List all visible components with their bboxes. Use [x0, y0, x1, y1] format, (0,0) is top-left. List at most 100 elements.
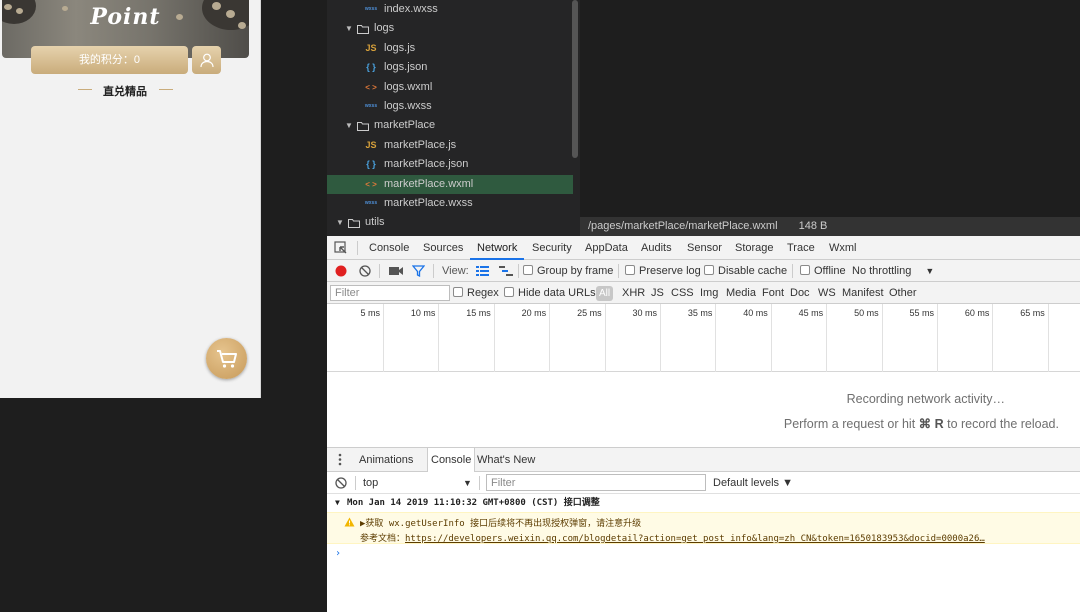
log-levels-select[interactable]: Default levels ▼ [713, 472, 793, 494]
file-explorer-scrollbar[interactable] [572, 0, 578, 158]
recording-message: Recording network activity… [846, 392, 1005, 406]
group-header: Mon Jan 14 2019 11:10:32 GMT+0800 (CST) … [347, 498, 600, 508]
tree-file[interactable]: wxss index.wxss [327, 0, 573, 19]
filter-type-css[interactable]: CSS [671, 282, 694, 304]
tree-file[interactable]: < > logs.wxml [327, 78, 573, 97]
devtools-panel: Console Sources Network Security AppData Audi… [327, 236, 1080, 612]
disable-cache-checkbox[interactable]: Disable cache [704, 260, 787, 282]
tab-network[interactable]: Network [470, 236, 525, 260]
timeline-tick-label: 50 ms [854, 308, 879, 318]
console-group[interactable]: ▼ Mon Jan 14 2019 11:10:32 GMT+0800 (CST… [327, 494, 1080, 512]
timeline-gridline [493, 304, 495, 372]
tree-item-label: logs.wxss [384, 100, 432, 112]
timeline-tick-label: 35 ms [687, 308, 713, 318]
filter-type-ws[interactable]: WS [818, 282, 836, 304]
timeline-gridline [881, 304, 883, 372]
record-icon[interactable] [335, 265, 347, 277]
network-filter-input[interactable] [330, 285, 450, 301]
editor-status-bar: /pages/marketPlace/marketPlace.wxml 148 … [580, 217, 1080, 236]
filter-type-js[interactable]: JS [651, 282, 664, 304]
shopping-cart-button[interactable] [206, 338, 247, 379]
group-expand-icon[interactable]: ▼ [335, 494, 340, 512]
tree-file[interactable]: JS marketPlace.js [327, 136, 573, 155]
context-select[interactable]: top ▼ [363, 472, 472, 494]
drawer-tab-console[interactable]: Console [427, 448, 476, 472]
tree-file[interactable]: { } logs.json [327, 58, 573, 77]
warning-icon [344, 517, 355, 527]
console-prompt[interactable]: › [335, 548, 341, 559]
timeline-gridline [992, 304, 994, 372]
docs-link[interactable]: https://developers.weixin.qq.com/blogdet… [405, 534, 985, 544]
tree-file[interactable]: < > marketPlace.wxml [327, 174, 573, 194]
tab-security[interactable]: Security [532, 236, 572, 260]
filter-type-xhr[interactable]: XHR [622, 282, 645, 304]
tree-folder[interactable]: ▼ utils [327, 213, 573, 232]
chevron-down-icon[interactable]: ▼ [345, 116, 353, 135]
filter-all-button[interactable]: All [596, 286, 614, 301]
large-rows-icon[interactable] [476, 266, 489, 276]
inspect-element-icon[interactable] [334, 241, 348, 255]
filter-type-manifest[interactable]: Manifest [842, 282, 884, 304]
tree-item-label: logs [374, 22, 395, 35]
tree-file[interactable]: JS logs.js [327, 39, 573, 58]
hide-data-urls-checkbox[interactable]: Hide data URLs [504, 282, 596, 304]
clear-console-icon[interactable] [335, 477, 347, 489]
tree-file[interactable]: wxss logs.wxss [327, 97, 573, 116]
tree-item-label: logs.wxml [384, 80, 433, 93]
tree-folder[interactable]: ▼ logs [327, 19, 573, 38]
offline-checkbox[interactable]: Offline [800, 260, 846, 282]
filter-type-other[interactable]: Other [889, 282, 917, 304]
title-divider-right [159, 89, 173, 90]
drawer-tab-animations[interactable]: Animations [359, 448, 413, 472]
filter-type-doc[interactable]: Doc [790, 282, 810, 304]
divider [518, 264, 519, 278]
clear-icon[interactable] [359, 265, 371, 277]
timeline-gridline [770, 304, 772, 372]
tab-console[interactable]: Console [369, 236, 409, 260]
tree-folder[interactable]: ▼ marketPlace [327, 116, 573, 135]
throttling-select[interactable]: No throttling ▼ [852, 260, 934, 282]
tab-wxml[interactable]: Wxml [829, 236, 857, 260]
tree-file[interactable]: { } marketPlace.json [327, 155, 573, 174]
filter-type-media[interactable]: Media [726, 282, 756, 304]
code-editor[interactable] [580, 0, 1080, 217]
preserve-log-checkbox[interactable]: Preserve log [625, 260, 701, 282]
tab-trace[interactable]: Trace [787, 236, 815, 260]
tab-appdata[interactable]: AppData [585, 236, 628, 260]
timeline-gridline [660, 304, 661, 372]
tab-sensor[interactable]: Sensor [687, 236, 722, 260]
timeline-tick-label: 65 ms [1020, 308, 1045, 318]
filter-icon[interactable] [412, 265, 425, 277]
user-icon [199, 53, 214, 68]
filter-type-font[interactable]: Font [762, 282, 784, 304]
more-options-icon[interactable] [338, 453, 342, 466]
chevron-down-icon[interactable]: ▼ [336, 213, 344, 232]
tree-file[interactable]: wxss marketPlace.wxss [327, 194, 573, 213]
filter-type-img[interactable]: Img [700, 282, 718, 304]
tree-item-label: marketPlace.wxss [384, 197, 473, 209]
folder-icon [348, 219, 360, 229]
user-profile-button[interactable] [192, 46, 221, 74]
tab-sources[interactable]: Sources [423, 236, 463, 260]
tab-audits[interactable]: Audits [641, 236, 672, 260]
screenshot-icon[interactable] [389, 266, 403, 276]
console-filter-input[interactable] [486, 474, 706, 491]
chevron-down-icon[interactable]: ▼ [345, 19, 353, 38]
timeline-tick-label: 45 ms [798, 308, 824, 318]
warning-message[interactable]: ▶获取 wx.getUserInfo 接口后续将不再出现授权弹窗，请注意升级 [360, 516, 641, 529]
timeline-tick-label: 20 ms [521, 308, 547, 318]
divider [792, 264, 793, 278]
drawer-tab-what-s-new[interactable]: What's New [477, 448, 535, 472]
timeline-tick-label: 25 ms [577, 308, 602, 318]
tree-item-label: index.wxss [384, 3, 438, 15]
waterfall-icon[interactable] [499, 266, 513, 276]
group-by-frame-checkbox[interactable]: Group by frame [523, 260, 613, 282]
tree-item-label: marketPlace [374, 119, 436, 132]
timeline-gridline [549, 304, 551, 372]
tab-storage[interactable]: Storage [735, 236, 774, 260]
regex-checkbox[interactable]: Regex [453, 282, 499, 304]
timeline-gridline [937, 304, 938, 372]
js-file-icon: JS [365, 42, 377, 53]
my-points-button[interactable]: 我的积分：0 [31, 46, 188, 74]
file-size: 148 B [798, 220, 828, 232]
